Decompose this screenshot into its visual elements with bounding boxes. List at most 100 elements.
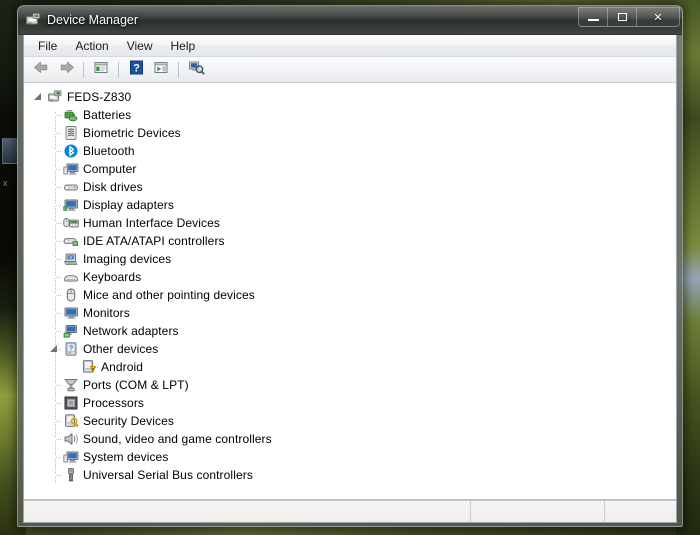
expander-expanded-icon[interactable] — [49, 344, 60, 355]
tree-node-imaging-devices[interactable]: Imaging devices — [24, 250, 676, 268]
expander-collapsed-icon[interactable] — [49, 415, 60, 427]
tree-node-network-adapters[interactable]: Network adapters — [24, 322, 676, 340]
network-icon — [63, 323, 79, 339]
expander-expanded-icon[interactable] — [33, 92, 44, 103]
tree-node-ports[interactable]: Ports (COM & LPT) — [24, 376, 676, 394]
expander-collapsed-icon[interactable] — [49, 469, 60, 481]
expander-collapsed-icon[interactable] — [49, 397, 60, 409]
tree-node-sound-controllers[interactable]: Sound, video and game controllers — [24, 430, 676, 448]
tree-node-label: Computer — [83, 162, 137, 176]
tree-node-processors[interactable]: Processors — [24, 394, 676, 412]
tree-node-ide-controllers[interactable]: IDE ATA/ATAPI controllers — [24, 232, 676, 250]
tree-node-keyboards[interactable]: Keyboards — [24, 268, 676, 286]
expander-collapsed-icon[interactable] — [49, 109, 60, 121]
menu-file[interactable]: File — [29, 37, 66, 55]
tree-node-label: Other devices — [83, 342, 159, 356]
keyboard-icon — [63, 269, 79, 285]
tree-node-label: Network adapters — [83, 324, 179, 338]
expander-collapsed-icon[interactable] — [49, 379, 60, 391]
expander-collapsed-icon[interactable] — [49, 217, 60, 229]
scan-hardware-icon — [188, 60, 205, 80]
unknown-device-warning-icon — [81, 359, 97, 375]
status-pane-right — [604, 501, 676, 522]
expander-collapsed-icon[interactable] — [49, 235, 60, 247]
device-tree[interactable]: FEDS-Z830 Batteries Biometric Devices Bl… — [24, 83, 676, 500]
tree-node-root[interactable]: FEDS-Z830 — [24, 88, 676, 106]
expander-collapsed-icon[interactable] — [49, 127, 60, 139]
tree-node-other-devices[interactable]: ? Other devices — [24, 340, 676, 358]
expander-collapsed-icon[interactable] — [49, 253, 60, 265]
tree-node-mice[interactable]: Mice and other pointing devices — [24, 286, 676, 304]
tree-node-label: Security Devices — [83, 414, 174, 428]
scan-hardware-button[interactable] — [185, 59, 207, 80]
toolbar: ? — [24, 57, 676, 83]
tree-node-label: Android — [101, 360, 144, 374]
tree-node-label: Ports (COM & LPT) — [83, 378, 189, 392]
security-icon — [63, 413, 79, 429]
expander-collapsed-icon[interactable] — [49, 181, 60, 193]
menu-action[interactable]: Action — [66, 37, 117, 55]
tree-node-monitors[interactable]: Monitors — [24, 304, 676, 322]
monitor-icon — [63, 305, 79, 321]
tree-node-system-devices[interactable]: System devices — [24, 448, 676, 466]
tree-node-display-adapters[interactable]: Display adapters — [24, 196, 676, 214]
tree-node-label: Processors — [83, 396, 145, 410]
toolbar-separator-3 — [178, 61, 179, 78]
tree-node-label: Bluetooth — [83, 144, 135, 158]
tree-node-bluetooth[interactable]: Bluetooth — [24, 142, 676, 160]
expander-collapsed-icon[interactable] — [49, 145, 60, 157]
expander-collapsed-icon[interactable] — [49, 451, 60, 463]
help-button[interactable]: ? — [125, 59, 147, 80]
bluetooth-icon — [63, 143, 79, 159]
status-pane-middle — [470, 501, 604, 522]
toolbar-separator-2 — [118, 61, 119, 78]
tree-node-label: Imaging devices — [83, 252, 172, 266]
expander-collapsed-icon[interactable] — [49, 199, 60, 211]
expander-collapsed-icon[interactable] — [49, 433, 60, 445]
tree-node-human-interface-devices[interactable]: Human Interface Devices — [24, 214, 676, 232]
expander-collapsed-icon[interactable] — [49, 289, 60, 301]
minimize-button[interactable] — [578, 7, 607, 27]
disk-drive-icon — [63, 179, 79, 195]
desktop-icon-label: x — [3, 178, 8, 188]
forward-button[interactable] — [55, 59, 77, 80]
properties-button[interactable] — [90, 59, 112, 80]
tree-node-security-devices[interactable]: Security Devices — [24, 412, 676, 430]
title-bar[interactable]: Device Manager ✕ — [18, 6, 682, 35]
expander-collapsed-icon[interactable] — [49, 271, 60, 283]
menu-view[interactable]: View — [118, 37, 162, 55]
close-button[interactable]: ✕ — [636, 7, 680, 27]
back-arrow-icon — [33, 60, 50, 80]
back-button[interactable] — [30, 59, 52, 80]
system-devices-icon — [63, 449, 79, 465]
tree-node-disk-drives[interactable]: Disk drives — [24, 178, 676, 196]
sound-icon — [63, 431, 79, 447]
tree-node-label: Monitors — [83, 306, 130, 320]
imaging-icon — [63, 251, 79, 267]
expander-collapsed-icon[interactable] — [49, 325, 60, 337]
maximize-button[interactable] — [607, 7, 636, 27]
tree-node-label: System devices — [83, 450, 169, 464]
tree-node-label: Disk drives — [83, 180, 143, 194]
tree-node-label: Human Interface Devices — [83, 216, 221, 230]
svg-text:?: ? — [69, 344, 74, 353]
menu-help[interactable]: Help — [162, 37, 205, 55]
tree-node-usb-controllers[interactable]: Universal Serial Bus controllers — [24, 466, 676, 484]
desktop-icon-partial[interactable] — [2, 138, 18, 164]
update-driver-icon — [153, 60, 169, 80]
menu-bar: File Action View Help — [24, 35, 676, 57]
expander-collapsed-icon[interactable] — [49, 163, 60, 175]
tree-node-label: Universal Serial Bus controllers — [83, 468, 253, 482]
display-icon — [63, 197, 79, 213]
tree-node-biometric-devices[interactable]: Biometric Devices — [24, 124, 676, 142]
tree-node-android[interactable]: Android — [24, 358, 676, 376]
properties-icon — [93, 60, 109, 80]
tree-node-batteries[interactable]: Batteries — [24, 106, 676, 124]
other-devices-icon: ? — [63, 341, 79, 357]
forward-arrow-icon — [58, 60, 75, 80]
update-driver-button[interactable] — [150, 59, 172, 80]
computer-icon — [63, 161, 79, 177]
desktop-background: x Device Manager ✕ File Action View Help… — [0, 0, 700, 535]
tree-node-computer[interactable]: Computer — [24, 160, 676, 178]
expander-collapsed-icon[interactable] — [49, 307, 60, 319]
